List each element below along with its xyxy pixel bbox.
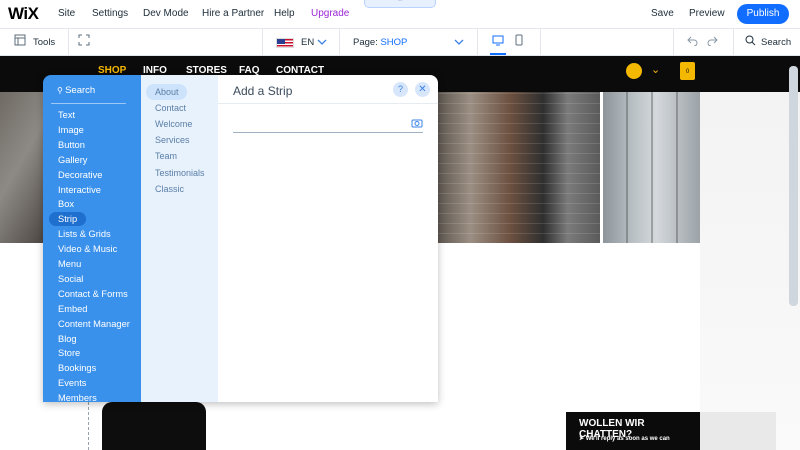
search-underline — [51, 103, 126, 104]
divider — [673, 29, 674, 56]
panel-search[interactable]: ⚲ Search — [57, 85, 95, 96]
search-icon: ⚲ — [57, 86, 66, 95]
canvas-scrollbar[interactable] — [789, 66, 798, 306]
section-guide-line — [88, 402, 89, 450]
preview-button[interactable]: Preview — [689, 8, 725, 19]
strip-search-input[interactable] — [233, 132, 423, 133]
category-item[interactable]: Contact & Forms — [58, 289, 128, 300]
category-item[interactable]: Store — [58, 348, 80, 359]
category-item[interactable]: Video & Music — [58, 244, 117, 255]
subcategory-item[interactable]: About — [155, 87, 179, 98]
menu-settings[interactable]: Settings — [92, 8, 128, 19]
wix-logo: WiX — [8, 4, 39, 23]
cart-icon[interactable]: 0 — [680, 62, 695, 80]
chat-subtitle-text: We'll reply as soon as we can — [585, 436, 670, 442]
category-item[interactable]: Button — [58, 140, 85, 151]
divider — [733, 29, 734, 56]
chevron-down-icon[interactable] — [317, 35, 327, 51]
category-item[interactable]: Menu — [58, 259, 81, 270]
category-item[interactable]: Image — [58, 125, 84, 136]
category-item[interactable]: Interactive — [58, 185, 101, 196]
menu-upgrade[interactable]: Upgrade — [311, 8, 349, 19]
wix-editor: WiX Site Settings Dev Mode Hire a Partne… — [0, 0, 800, 450]
stage-gutter — [700, 68, 800, 450]
chat-widget[interactable]: WOLLEN WIR CHATTEN? ➤ We'll reply as soo… — [566, 412, 700, 450]
undo-icon[interactable] — [687, 34, 699, 50]
category-item[interactable]: Social — [58, 274, 83, 285]
subcategory-item[interactable]: Classic — [155, 184, 184, 195]
desktop-icon[interactable] — [492, 34, 504, 50]
category-item[interactable]: Blog — [58, 334, 77, 345]
category-item[interactable]: Strip — [58, 214, 77, 225]
strip-image[interactable] — [438, 92, 600, 243]
divider — [477, 29, 478, 56]
panel-title: Add a Strip — [233, 84, 293, 98]
category-list: ⚲ Search Text Image Button Gallery Decorativ… — [43, 75, 141, 402]
category-item[interactable]: Box — [58, 199, 74, 210]
menu-hire-partner[interactable]: Hire a Partner — [202, 8, 264, 19]
account-icon[interactable] — [626, 63, 642, 79]
subcategory-item[interactable]: Services — [155, 135, 190, 146]
panel-search-label: Search — [65, 85, 96, 96]
add-elements-panel: ⚲ Search Text Image Button Gallery Decorativ… — [43, 75, 438, 402]
chevron-down-icon[interactable]: ⌄ — [651, 63, 660, 76]
search-button[interactable]: Search — [761, 37, 791, 48]
product-image[interactable] — [102, 402, 206, 450]
divider — [68, 29, 69, 56]
category-item[interactable]: Content Manager — [58, 319, 130, 330]
us-flag-icon — [276, 38, 294, 48]
search-icon[interactable] — [745, 34, 756, 50]
panel-header-divider — [218, 103, 438, 104]
top-bar: WiX Site Settings Dev Mode Hire a Partne… — [0, 0, 800, 29]
subcategory-item[interactable]: Welcome — [155, 119, 192, 130]
subcategory-item[interactable]: Team — [155, 151, 177, 162]
category-item[interactable]: Gallery — [58, 155, 87, 166]
camera-icon[interactable] — [411, 118, 423, 131]
editor-toolbar: Tools EN Page: SHOP Search — [0, 29, 800, 56]
active-device-indicator — [490, 53, 506, 55]
collapse-toolbar-button[interactable]: ⌃ — [364, 0, 436, 8]
chevron-down-icon[interactable] — [454, 35, 464, 51]
publish-button[interactable]: Publish — [737, 4, 789, 24]
tools-icon[interactable] — [14, 34, 26, 50]
divider — [262, 29, 263, 56]
image-texture — [438, 92, 600, 243]
category-item[interactable]: Text — [58, 110, 75, 121]
page-name: SHOP — [380, 37, 408, 48]
divider — [540, 29, 541, 56]
category-item[interactable]: Members — [58, 393, 97, 402]
divider — [339, 29, 340, 56]
close-button[interactable]: ✕ — [415, 82, 430, 97]
subcategory-item[interactable]: Testimonials — [155, 168, 205, 179]
fit-icon[interactable] — [78, 34, 90, 50]
category-item[interactable]: Bookings — [58, 363, 96, 374]
panel-content: Add a Strip ? ✕ — [218, 75, 438, 402]
category-item[interactable]: Decorative — [58, 170, 102, 181]
strip-image[interactable] — [603, 92, 700, 243]
tools-button[interactable]: Tools — [33, 37, 55, 48]
subcategory-item[interactable]: Contact — [155, 103, 186, 114]
help-button[interactable]: ? — [393, 82, 408, 97]
subcategory-list: About Contact Welcome Services Team Testimoni… — [141, 75, 218, 402]
chat-subtitle: ➤ We'll reply as soon as we can — [579, 435, 670, 442]
chat-widget-expand[interactable] — [700, 412, 776, 450]
menu-help[interactable]: Help — [274, 8, 295, 19]
category-item[interactable]: Lists & Grids — [58, 229, 111, 240]
chat-reply-icon: ➤ — [579, 436, 586, 442]
language-selector[interactable]: EN — [301, 37, 314, 48]
menu-dev-mode[interactable]: Dev Mode — [143, 8, 189, 19]
image-texture — [603, 92, 700, 243]
category-item[interactable]: Events — [58, 378, 86, 389]
redo-icon[interactable] — [706, 34, 718, 50]
page-selector[interactable]: Page: SHOP — [353, 37, 407, 48]
chevron-up-icon: ⌃ — [397, 0, 403, 6]
mobile-icon[interactable] — [514, 34, 524, 50]
menu-site[interactable]: Site — [58, 8, 75, 19]
page-prefix: Page: — [353, 37, 378, 48]
category-item[interactable]: Embed — [58, 304, 87, 315]
save-button[interactable]: Save — [651, 8, 674, 19]
strip-image[interactable] — [0, 92, 48, 243]
